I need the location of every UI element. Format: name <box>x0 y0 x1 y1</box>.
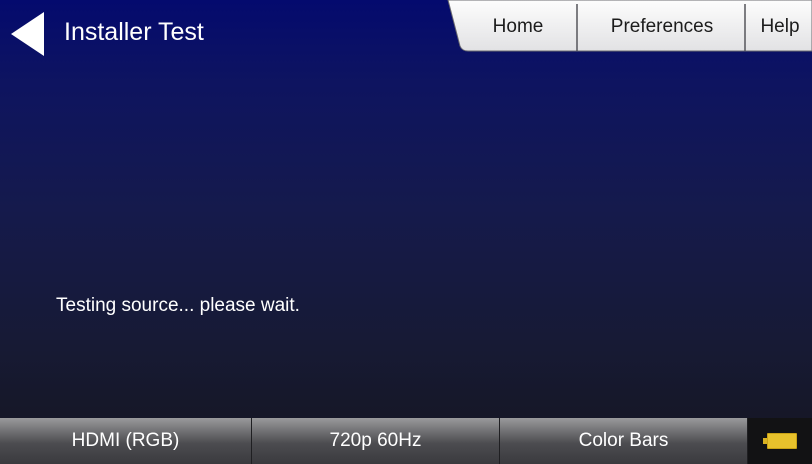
back-button[interactable] <box>8 10 48 58</box>
battery-body <box>767 433 797 449</box>
tab-home[interactable]: Home <box>460 6 576 48</box>
format-button[interactable]: 720p 60Hz <box>252 418 500 464</box>
top-tab-bar: Home Preferences Help <box>440 0 812 52</box>
interface-button[interactable]: HDMI (RGB) <box>0 418 252 464</box>
pattern-button[interactable]: Color Bars <box>500 418 748 464</box>
tab-preferences[interactable]: Preferences <box>580 6 744 48</box>
battery-icon <box>763 433 797 449</box>
back-arrow-icon <box>11 12 44 56</box>
installer-test-screen: Installer Test Home Preferences Help Tes… <box>0 0 812 464</box>
page-title: Installer Test <box>64 18 204 46</box>
footer-status-bar: HDMI (RGB) 720p 60Hz Color Bars <box>0 418 812 464</box>
battery-indicator <box>748 418 812 464</box>
status-message: Testing source... please wait. <box>56 295 300 316</box>
tab-help[interactable]: Help <box>748 6 812 48</box>
